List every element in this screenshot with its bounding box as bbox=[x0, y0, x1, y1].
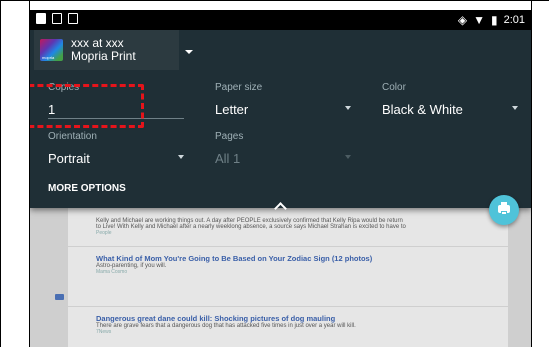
pages-label: Pages bbox=[215, 131, 244, 142]
color-select[interactable]: Black & White bbox=[382, 102, 463, 117]
print-button[interactable] bbox=[489, 195, 519, 225]
article-title[interactable]: What Kind of Mom You're Going to Be Base… bbox=[96, 254, 506, 263]
chevron-down-icon[interactable] bbox=[512, 106, 518, 110]
status-bar: ◈ ▼ ▮ 2:01 bbox=[30, 10, 531, 30]
more-options-button[interactable]: MORE OPTIONS bbox=[48, 183, 126, 194]
list-item[interactable]: What Kind of Mom You're Going to Be Base… bbox=[96, 254, 506, 275]
system-icons: ◈ ▼ ▮ 2:01 bbox=[458, 13, 525, 27]
printer-name: xxx at xxx bbox=[71, 36, 124, 50]
left-border bbox=[0, 0, 1, 347]
article-title[interactable]: Dangerous great dane could kill: Shockin… bbox=[96, 314, 506, 323]
vibrate-icon: ◈ bbox=[457, 13, 468, 27]
clock: 2:01 bbox=[503, 14, 525, 26]
image-notification-icon bbox=[52, 13, 62, 24]
chevron-down-icon[interactable] bbox=[178, 155, 184, 159]
highlight-box bbox=[30, 84, 144, 128]
top-border bbox=[0, 0, 549, 1]
mopria-logo-icon: mopria bbox=[40, 39, 63, 61]
printer-service: Mopria Print bbox=[71, 49, 136, 63]
pages-select: All 1 bbox=[215, 151, 241, 166]
paper-size-select[interactable]: Letter bbox=[215, 102, 248, 117]
battery-icon: ▮ bbox=[490, 13, 498, 27]
divider bbox=[68, 306, 508, 307]
printer-selector[interactable]: mopria xxx at xxx Mopria Print bbox=[34, 30, 179, 70]
list-item[interactable]: Kelly and Michael are working things out… bbox=[96, 218, 506, 236]
left-margin bbox=[0, 0, 30, 347]
chevron-down-icon[interactable] bbox=[185, 50, 193, 54]
right-margin bbox=[531, 0, 549, 347]
color-label: Color bbox=[382, 82, 406, 93]
article-source: 7News bbox=[96, 329, 112, 335]
device-screen: Kelly and Michael are working things out… bbox=[30, 10, 531, 347]
list-item[interactable]: Dangerous great dane could kill: Shockin… bbox=[96, 314, 506, 335]
wifi-icon: ▼ bbox=[473, 13, 485, 27]
download-notification-icon bbox=[68, 13, 78, 24]
image-icon bbox=[55, 294, 64, 300]
paper-size-label: Paper size bbox=[215, 82, 263, 93]
divider bbox=[68, 246, 508, 247]
print-notification-icon bbox=[36, 13, 46, 24]
preview-page: Kelly and Michael are working things out… bbox=[68, 208, 508, 347]
article-source: Mama Cosmo bbox=[96, 269, 128, 275]
notification-icons bbox=[36, 13, 78, 24]
orientation-select[interactable]: Portrait bbox=[48, 151, 90, 166]
article-source: People bbox=[96, 230, 112, 236]
orientation-label: Orientation bbox=[48, 131, 97, 142]
printer-icon bbox=[498, 202, 510, 215]
chevron-down-icon bbox=[345, 155, 351, 159]
chevron-down-icon[interactable] bbox=[345, 106, 351, 110]
